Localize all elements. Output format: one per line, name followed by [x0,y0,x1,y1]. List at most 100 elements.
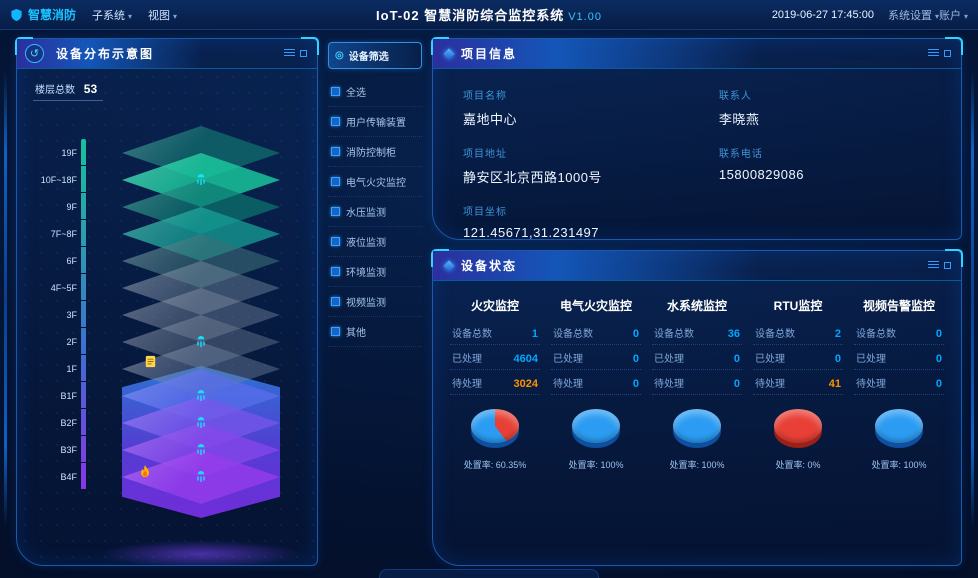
nav-item-0[interactable]: 子系统▾ [92,10,132,22]
document-badge-icon[interactable] [143,354,159,370]
lines-icon [284,49,295,58]
pie-top-face [572,409,620,443]
project-field-label: 联系人 [719,87,931,102]
fire-alarm-icon[interactable] [137,464,153,480]
handled-count-value: 0 [835,353,841,365]
app-title: IoT-02 智慧消防综合监控系统V1.00 [376,5,602,24]
box-icon [300,50,307,57]
sprinkler-alarm-icon[interactable] [193,469,209,485]
floor-total: 楼层总数 53 [33,81,103,101]
filter-option-8[interactable]: 其他 [328,317,422,347]
device-filter-panel: ◎ 设备筛选 全选用户传输装置消防控制柜电气火灾监控水压监测液位监测环境监测视频… [328,38,422,566]
device-total-label: 设备总数 [755,325,795,340]
sprinkler-alarm-icon[interactable] [193,172,209,188]
back-icon[interactable]: ↺ [25,44,44,63]
checkbox-icon[interactable] [331,87,340,96]
diamond-icon [443,260,454,271]
floor-label: B2F [25,409,77,436]
sprinkler-alarm-icon[interactable] [193,388,209,404]
status-category-name: 水系统监控 [667,297,727,314]
device-total-value: 36 [728,328,740,340]
pending-count-value: 0 [633,378,639,390]
project-field-0: 项目名称嘉地中心 [463,87,707,128]
checkbox-icon[interactable] [331,237,340,246]
filter-option-1[interactable]: 用户传输装置 [328,107,422,137]
panel-deco [928,49,951,58]
project-panel-header: 项目信息 [433,39,961,69]
chevron-down-icon: ▾ [964,12,968,21]
status-category-name: 视频告警监控 [863,297,935,314]
brand-name: 智慧消防 [28,6,76,23]
filter-option-label: 视频监测 [346,294,386,309]
device-total-label: 设备总数 [452,325,492,340]
handled-count-value: 0 [633,353,639,365]
handled-count-value: 0 [734,353,740,365]
pending-count-row: 待处理0 [854,370,944,395]
pending-count-row: 待处理 41 [753,370,843,395]
device-total-row: 设备总数 1 [450,320,540,345]
lines-icon [928,49,939,58]
checkbox-icon[interactable] [331,147,340,156]
handled-count-row: 已处理0 [753,345,843,370]
filter-option-5[interactable]: 液位监测 [328,227,422,257]
project-field-value: 静安区北京西路1000号 [463,167,707,186]
filter-option-2[interactable]: 消防控制柜 [328,137,422,167]
pending-count-label: 待处理 [654,375,684,390]
right-nav-item-0[interactable]: 系统设置▾ [888,10,939,22]
isometric-floor-stack [91,126,311,565]
project-field-label: 项目名称 [463,87,707,102]
checkbox-icon[interactable] [331,117,340,126]
pending-count-label: 待处理 [553,375,583,390]
handled-count-row: 已处理4604 [450,345,540,370]
status-column-4: 视频告警监控设备总数0已处理0待处理0处置率: 100% [851,289,947,471]
filter-option-4[interactable]: 水压监测 [328,197,422,227]
pending-count-label: 待处理 [452,375,482,390]
box-icon [944,50,951,57]
device-status-panel: 设备状态 火灾监控设备总数1已处理4604待处理3024处置率: 60.35%电… [432,250,962,566]
sprinkler-alarm-icon[interactable] [193,415,209,431]
filter-option-3[interactable]: 电气火灾监控 [328,167,422,197]
checkbox-icon[interactable] [331,327,340,336]
device-total-row: 设备总数0 [854,320,944,345]
project-field-3: 联系电话15800829086 [719,145,931,186]
disposal-rate-pie [572,409,620,451]
filter-option-6[interactable]: 环境监测 [328,257,422,287]
pie-top-face [875,409,923,443]
handled-count-row: 已处理0 [854,345,944,370]
filter-title: 设备筛选 [349,48,389,63]
project-field-label: 项目地址 [463,145,707,160]
floor-total-value: 53 [84,82,97,96]
right-nav-item-1[interactable]: 账户▾ [939,10,968,22]
top-right: 2019-06-27 17:45:00 系统设置▾账户▾ [772,6,968,24]
floor-label: B3F [25,436,77,463]
disposal-rate-text: 处置率: 100% [568,458,623,471]
nav-item-1[interactable]: 视图▾ [148,10,177,22]
checkbox-icon[interactable] [331,207,340,216]
project-field-1: 联系人李晓燕 [719,87,931,128]
pending-count-value: 41 [829,378,841,390]
disposal-rate-text: 处置率: 0% [775,458,820,471]
disposal-rate-pie [875,409,923,451]
handled-count-row: 已处理0 [652,345,742,370]
pending-count-label: 待处理 [755,375,785,390]
target-icon: ◎ [335,50,344,61]
app-title-text: IoT-02 智慧消防综合监控系统 [376,8,564,23]
checkbox-icon[interactable] [331,297,340,306]
right-edge-decoration [971,70,974,528]
checkbox-icon[interactable] [331,177,340,186]
sprinkler-alarm-icon[interactable] [193,442,209,458]
diamond-icon [443,48,454,59]
filter-option-7[interactable]: 视频监测 [328,287,422,317]
device-total-value: 2 [835,328,841,340]
device-total-label: 设备总数 [553,325,593,340]
checkbox-icon[interactable] [331,267,340,276]
device-distribution-panel: ↺ 设备分布示意图 楼层总数 53 19F10F~18F9F7F~8F6F4F~… [16,38,318,566]
sprinkler-alarm-icon[interactable] [193,334,209,350]
device-total-value: 1 [532,328,538,340]
disposal-rate-pie [774,409,822,451]
project-field-value: 嘉地中心 [463,109,707,128]
left-edge-decoration [4,70,7,528]
floor-label: 9F [25,193,77,220]
handled-count-row: 已处理0 [551,345,641,370]
filter-option-0[interactable]: 全选 [328,77,422,107]
